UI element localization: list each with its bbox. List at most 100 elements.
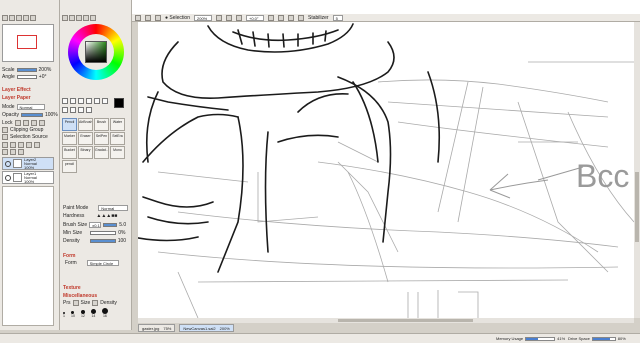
rotate-reset-button[interactable]	[288, 14, 294, 21]
paint-mode-select[interactable]: Normal	[98, 205, 129, 211]
zoom-out-button[interactable]	[9, 15, 15, 21]
vertical-scroll-thumb[interactable]	[635, 172, 639, 242]
marquee-tool-icon[interactable]	[62, 98, 68, 104]
hardness-presets[interactable]: ▲▲▲■■	[96, 213, 117, 219]
tool-button[interactable]: pencil	[62, 160, 77, 173]
zoom-select[interactable]: 200%	[194, 14, 212, 21]
undo-button[interactable]	[135, 14, 141, 21]
density-slider[interactable]	[89, 239, 116, 243]
misc-section[interactable]: Miscellaneous	[63, 293, 97, 299]
layer-paper-section[interactable]: Layer Paper	[2, 95, 31, 101]
eye-icon[interactable]	[5, 174, 11, 181]
eyedropper-tool-icon[interactable]	[70, 107, 76, 113]
shape-tool-icon[interactable]	[86, 107, 92, 113]
rotate-button[interactable]	[16, 15, 22, 21]
tool-button[interactable]: Water	[110, 118, 125, 131]
new-folder-button[interactable]	[10, 142, 16, 148]
stabilizer-select[interactable]: 5	[332, 14, 343, 21]
lock-all-checkbox[interactable]	[38, 120, 45, 126]
tool-button[interactable]: Mono	[110, 146, 125, 159]
layer-item[interactable]: Layer1 Normal 100%	[2, 171, 54, 184]
navigator-view-frame[interactable]	[17, 35, 37, 49]
magic-wand-tool-icon[interactable]	[78, 98, 84, 104]
tool-button[interactable]: Bucket	[62, 146, 77, 159]
tool-button[interactable]: Brush	[94, 118, 109, 131]
navigator-preview[interactable]	[2, 24, 54, 62]
merge-down-button[interactable]	[18, 149, 24, 155]
swatches-mode-button[interactable]	[83, 15, 89, 21]
zoom-out-toolbar-button[interactable]	[226, 14, 232, 21]
color-wheel-mode-button[interactable]	[62, 15, 68, 21]
zoom-slider[interactable]	[16, 68, 37, 72]
duplicate-layer-button[interactable]	[2, 149, 8, 155]
hsv-slider-mode-button[interactable]	[76, 15, 82, 21]
tool-button[interactable]: Eraser	[78, 132, 93, 145]
brush-size-preset[interactable]: 16	[101, 308, 108, 318]
blend-mode-select[interactable]: Normal	[16, 104, 45, 110]
color-wheel[interactable]	[68, 24, 124, 80]
move-tool-icon[interactable]	[86, 98, 92, 104]
clear-layer-button[interactable]	[26, 142, 32, 148]
document-tab[interactable]: NewCanvas1.sai2 200%	[179, 324, 234, 332]
lasso-tool-icon[interactable]	[70, 98, 76, 104]
lock-move-checkbox[interactable]	[30, 120, 37, 126]
eye-icon[interactable]	[5, 160, 11, 167]
rgb-slider-mode-button[interactable]	[69, 15, 75, 21]
brush-size-preset[interactable]: 10	[71, 311, 75, 318]
type-tool-icon[interactable]	[78, 107, 84, 113]
tool-button[interactable]: Pencil	[62, 118, 77, 131]
flip-button[interactable]	[23, 15, 29, 21]
brush-size-preset[interactable]: 12	[80, 310, 85, 318]
brush-size-slider[interactable]	[103, 223, 118, 227]
new-layer-button[interactable]	[2, 142, 8, 148]
rotation-select[interactable]: +0.0°	[246, 14, 264, 21]
reset-view-button[interactable]	[30, 15, 36, 21]
pressure-density-checkbox[interactable]	[92, 300, 99, 306]
layer-effect-section[interactable]: Layer Effect	[2, 87, 31, 93]
form-select[interactable]: Simple Circle	[86, 260, 119, 266]
tool-button[interactable]: Marker	[62, 132, 77, 145]
texture-section[interactable]: Texture	[63, 285, 81, 291]
delete-layer-button[interactable]	[34, 142, 40, 148]
flip-horizontal-button[interactable]	[298, 14, 304, 21]
tool-button[interactable]: SelEra	[110, 132, 125, 145]
primary-color-swatch[interactable]	[114, 98, 124, 108]
horizontal-scroll-thumb[interactable]	[338, 319, 473, 322]
lock-paint-checkbox[interactable]	[22, 120, 29, 126]
rotate-right-button[interactable]	[278, 14, 284, 21]
tool-button[interactable]: SelPen	[94, 132, 109, 145]
clipping-group-checkbox[interactable]	[2, 127, 8, 133]
lock-transparency-checkbox[interactable]	[14, 120, 21, 126]
brush-size-multiplier[interactable]: x0.1	[89, 222, 102, 228]
deselect-button[interactable]	[155, 14, 161, 21]
layer-list-empty-area[interactable]	[2, 186, 54, 326]
drawing-canvas[interactable]: Bcc	[138, 22, 634, 318]
vertical-scrollbar[interactable]	[634, 22, 640, 318]
layer-item[interactable]: Layer2 Normal 100%	[2, 157, 54, 170]
zoom-reset-button[interactable]	[236, 14, 242, 21]
zoom-in-button[interactable]	[2, 15, 8, 21]
angle-slider[interactable]	[16, 75, 37, 79]
rotate-tool-icon[interactable]	[102, 98, 108, 104]
selection-toggle[interactable]: ● Selection	[165, 15, 190, 21]
tool-button[interactable]: AirBrush	[78, 118, 93, 131]
tool-button[interactable]: Gradat...	[94, 146, 109, 159]
form-section[interactable]: Form	[63, 253, 76, 259]
rotate-left-button[interactable]	[268, 14, 274, 21]
redo-button[interactable]	[145, 14, 151, 21]
brush-size-preset[interactable]: 1	[63, 312, 65, 318]
zoom-in-toolbar-button[interactable]	[216, 14, 222, 21]
zoom-tool-icon[interactable]	[94, 98, 100, 104]
merge-layer-button[interactable]	[18, 142, 24, 148]
min-size-slider[interactable]	[90, 231, 117, 235]
document-tab[interactable]: gaster.jpg 75%	[138, 324, 176, 332]
brush-size-preset[interactable]: 14	[90, 309, 96, 318]
scratchpad-mode-button[interactable]	[90, 15, 96, 21]
transfer-down-button[interactable]	[10, 149, 16, 155]
selection-source-checkbox[interactable]	[2, 134, 8, 140]
tool-button[interactable]: Binary	[78, 146, 93, 159]
hand-tool-icon[interactable]	[62, 107, 68, 113]
pressure-size-checkbox[interactable]	[72, 300, 79, 306]
saturation-value-square[interactable]	[85, 41, 107, 63]
opacity-slider[interactable]	[20, 113, 43, 117]
